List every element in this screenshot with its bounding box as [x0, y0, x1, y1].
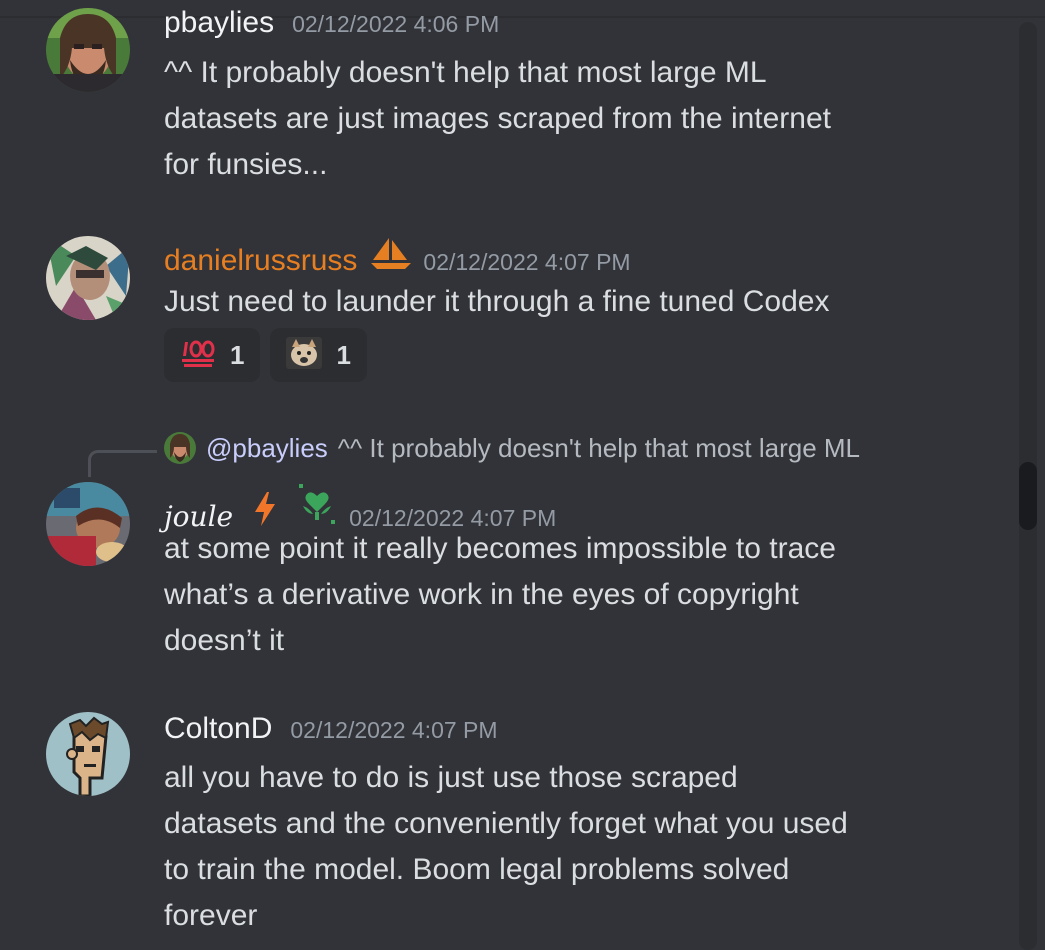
message-line: doesn’t it	[164, 624, 285, 657]
hundred-points-icon	[180, 338, 216, 372]
username[interactable]: danielrussruss	[164, 244, 357, 278]
message-line: to train the model. Boom legal problems …	[164, 853, 790, 886]
chat-view: pbaylies 02/12/2022 4:06 PM ^^ It probab…	[0, 0, 1045, 950]
username[interactable]: ColtonD	[164, 712, 272, 746]
message-line: Just need to launder it through a fine t…	[164, 285, 830, 318]
message-line: all you have to do is just use those scr…	[164, 761, 738, 794]
username[interactable]: pbaylies	[164, 6, 274, 40]
message-line: ^^ It probably doesn't help that most la…	[164, 56, 767, 89]
reactions-bar: 1 1	[164, 328, 367, 382]
timestamp: 02/12/2022 4:07 PM	[423, 249, 631, 275]
avatar-joule[interactable]	[46, 482, 130, 566]
green-heart-plant-icon	[297, 484, 337, 530]
timestamp: 02/12/2022 4:07 PM	[290, 717, 498, 743]
avatar-pbaylies[interactable]	[46, 8, 130, 92]
avatar-danielrussruss[interactable]	[46, 236, 130, 320]
message-content: all you have to do is just use those scr…	[164, 755, 924, 939]
reply-preview[interactable]: @pbaylies ^^ It probably doesn't help th…	[164, 432, 860, 464]
message-line: at some point it really becomes impossib…	[164, 532, 836, 565]
message-line: forever	[164, 899, 258, 932]
reply-connector	[88, 450, 157, 477]
dog-face-emoji	[286, 337, 323, 373]
reaction-hundred[interactable]: 1	[164, 328, 261, 382]
reaction-count: 1	[230, 339, 245, 370]
reply-preview-text: ^^ It probably doesn't help that most la…	[337, 432, 860, 463]
reaction-count: 1	[336, 339, 351, 370]
avatar-coltond[interactable]	[46, 712, 130, 796]
reaction-dog[interactable]: 1	[270, 328, 367, 382]
sailboat-icon	[369, 236, 413, 274]
reply-mention[interactable]: @pbaylies	[206, 433, 328, 464]
message-content: at some point it really becomes impossib…	[164, 526, 924, 664]
message-content: Just need to launder it through a fine t…	[164, 279, 924, 325]
message-line: datasets are just images scraped from th…	[164, 102, 832, 135]
channel-top-border	[0, 0, 1045, 18]
message-line: datasets and the conveniently forget wha…	[164, 807, 848, 840]
message-content: ^^ It probably doesn't help that most la…	[164, 50, 924, 188]
timestamp: 02/12/2022 4:06 PM	[292, 11, 500, 37]
message-line: what’s a derivative work in the eyes of …	[164, 578, 799, 611]
reply-avatar	[164, 432, 196, 464]
message-line: for funsies...	[164, 148, 328, 181]
scrollbar-thumb[interactable]	[1019, 462, 1037, 530]
lightning-bolt-icon	[253, 492, 277, 530]
